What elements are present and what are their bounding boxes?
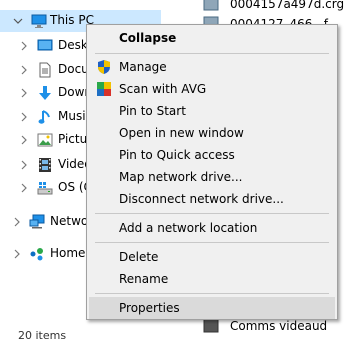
chevron-right-icon[interactable] [17,110,31,124]
status-item-count: 20 items [18,329,67,342]
chevron-right-icon[interactable] [17,181,31,195]
menu-item-pin-quick-access[interactable]: Pin to Quick access [89,144,335,166]
menu-item-label: Delete [119,250,159,264]
documents-folder-icon [39,62,51,78]
menu-item-disconnect-network-drive[interactable]: Disconnect network drive... [89,188,335,210]
menu-item-label: Rename [119,272,169,286]
desktop-folder-icon [37,39,53,51]
menu-item-label: Map network drive... [119,170,243,184]
menu-item-label: Open in new window [119,126,244,140]
file-name: 0004157a497d.crg [230,0,345,11]
menu-item-add-network-location[interactable]: Add a network location [89,217,335,239]
menu-item-map-network-drive[interactable]: Map network drive... [89,166,335,188]
chevron-right-icon[interactable] [17,63,31,77]
menu-item-scan-avg[interactable]: Scan with AVG [89,78,335,100]
shield-uac-icon [98,60,110,74]
menu-item-collapse[interactable]: Collapse [89,27,335,49]
menu-separator [95,293,329,294]
menu-item-label: Add a network location [119,221,258,235]
avg-icon [97,82,111,96]
menu-separator [95,242,329,243]
menu-item-open-new-window[interactable]: Open in new window [89,122,335,144]
videos-folder-icon [39,158,51,172]
menu-separator [95,213,329,214]
downloads-folder-icon [39,86,51,100]
menu-item-label: Scan with AVG [119,82,207,96]
chevron-down-icon[interactable] [11,14,25,28]
menu-item-label: Pin to Start [119,104,186,118]
menu-item-properties[interactable]: Properties [89,297,335,319]
file-icon [203,0,219,11]
homegroup-icon [30,248,43,261]
menu-separator [95,53,329,54]
chevron-right-icon[interactable] [17,133,31,147]
chevron-right-icon[interactable] [10,247,24,261]
menu-item-rename[interactable]: Rename [89,268,335,290]
music-folder-icon [38,110,50,124]
menu-item-label: Disconnect network drive... [119,192,284,206]
pictures-folder-icon [37,133,53,147]
menu-item-delete[interactable]: Delete [89,246,335,268]
network-icon [29,214,45,229]
menu-item-pin-start[interactable]: Pin to Start [89,100,335,122]
menu-item-label: Pin to Quick access [119,148,235,162]
context-menu: Collapse Manage Scan with AVG Pin to Sta… [86,24,338,320]
computer-icon [31,14,47,28]
chevron-right-icon[interactable] [17,86,31,100]
chevron-right-icon[interactable] [17,158,31,172]
drive-icon [37,182,53,195]
chevron-right-icon[interactable] [10,215,24,229]
menu-item-label: Properties [119,301,180,315]
file-name: Comms videaud [230,319,328,333]
menu-item-manage[interactable]: Manage [89,56,335,78]
menu-item-label: Collapse [119,31,177,45]
chevron-right-icon[interactable] [17,39,31,53]
menu-item-label: Manage [119,60,167,74]
